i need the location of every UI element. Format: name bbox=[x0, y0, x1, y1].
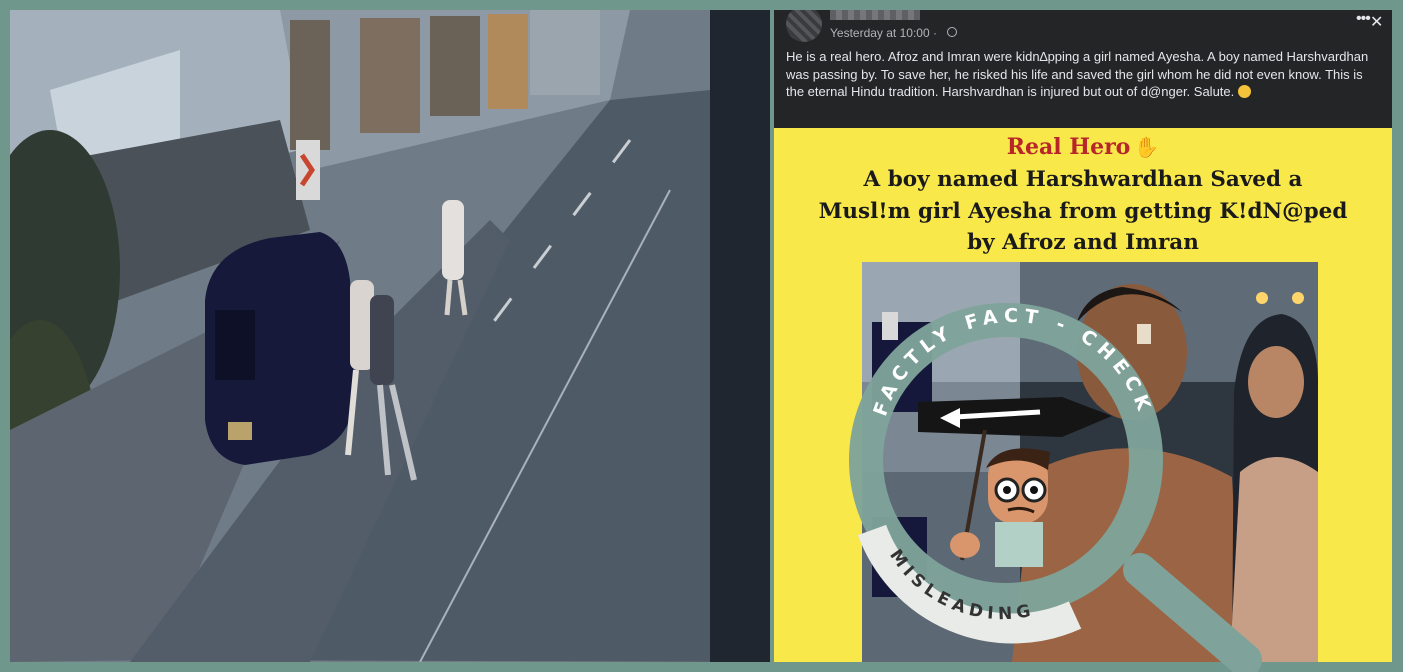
avatar[interactable] bbox=[786, 10, 822, 42]
blurred-author-name[interactable] bbox=[830, 10, 920, 20]
more-options-icon[interactable]: ••• bbox=[1356, 10, 1371, 28]
cctv-footage-image bbox=[10, 10, 770, 662]
raised-hands-emoji-icon: ✋ bbox=[1134, 135, 1160, 159]
card-headline: A boy named Harshwardhan Saved a Musl!m … bbox=[818, 167, 1348, 255]
post-header: Yesterday at 10:00 · ••• ✕ He is a real … bbox=[774, 10, 1392, 128]
card-collage-image bbox=[862, 262, 1318, 662]
social-media-post: Yesterday at 10:00 · ••• ✕ He is a real … bbox=[774, 10, 1392, 662]
close-icon[interactable]: ✕ bbox=[1370, 12, 1383, 32]
post-timestamp[interactable]: Yesterday at 10:00 · bbox=[830, 26, 937, 40]
post-text: He is a real hero. Afroz and Imran were … bbox=[786, 48, 1382, 101]
card-title-text: Real Hero bbox=[1006, 134, 1131, 160]
post-body-text: He is a real hero. Afroz and Imran were … bbox=[786, 49, 1369, 99]
globe-icon bbox=[947, 27, 957, 37]
post-image-card[interactable]: Real Hero ✋ A boy named Harshwardhan Save… bbox=[774, 128, 1392, 662]
card-title: Real Hero ✋ bbox=[774, 134, 1392, 160]
emoji-icon bbox=[1237, 85, 1251, 98]
